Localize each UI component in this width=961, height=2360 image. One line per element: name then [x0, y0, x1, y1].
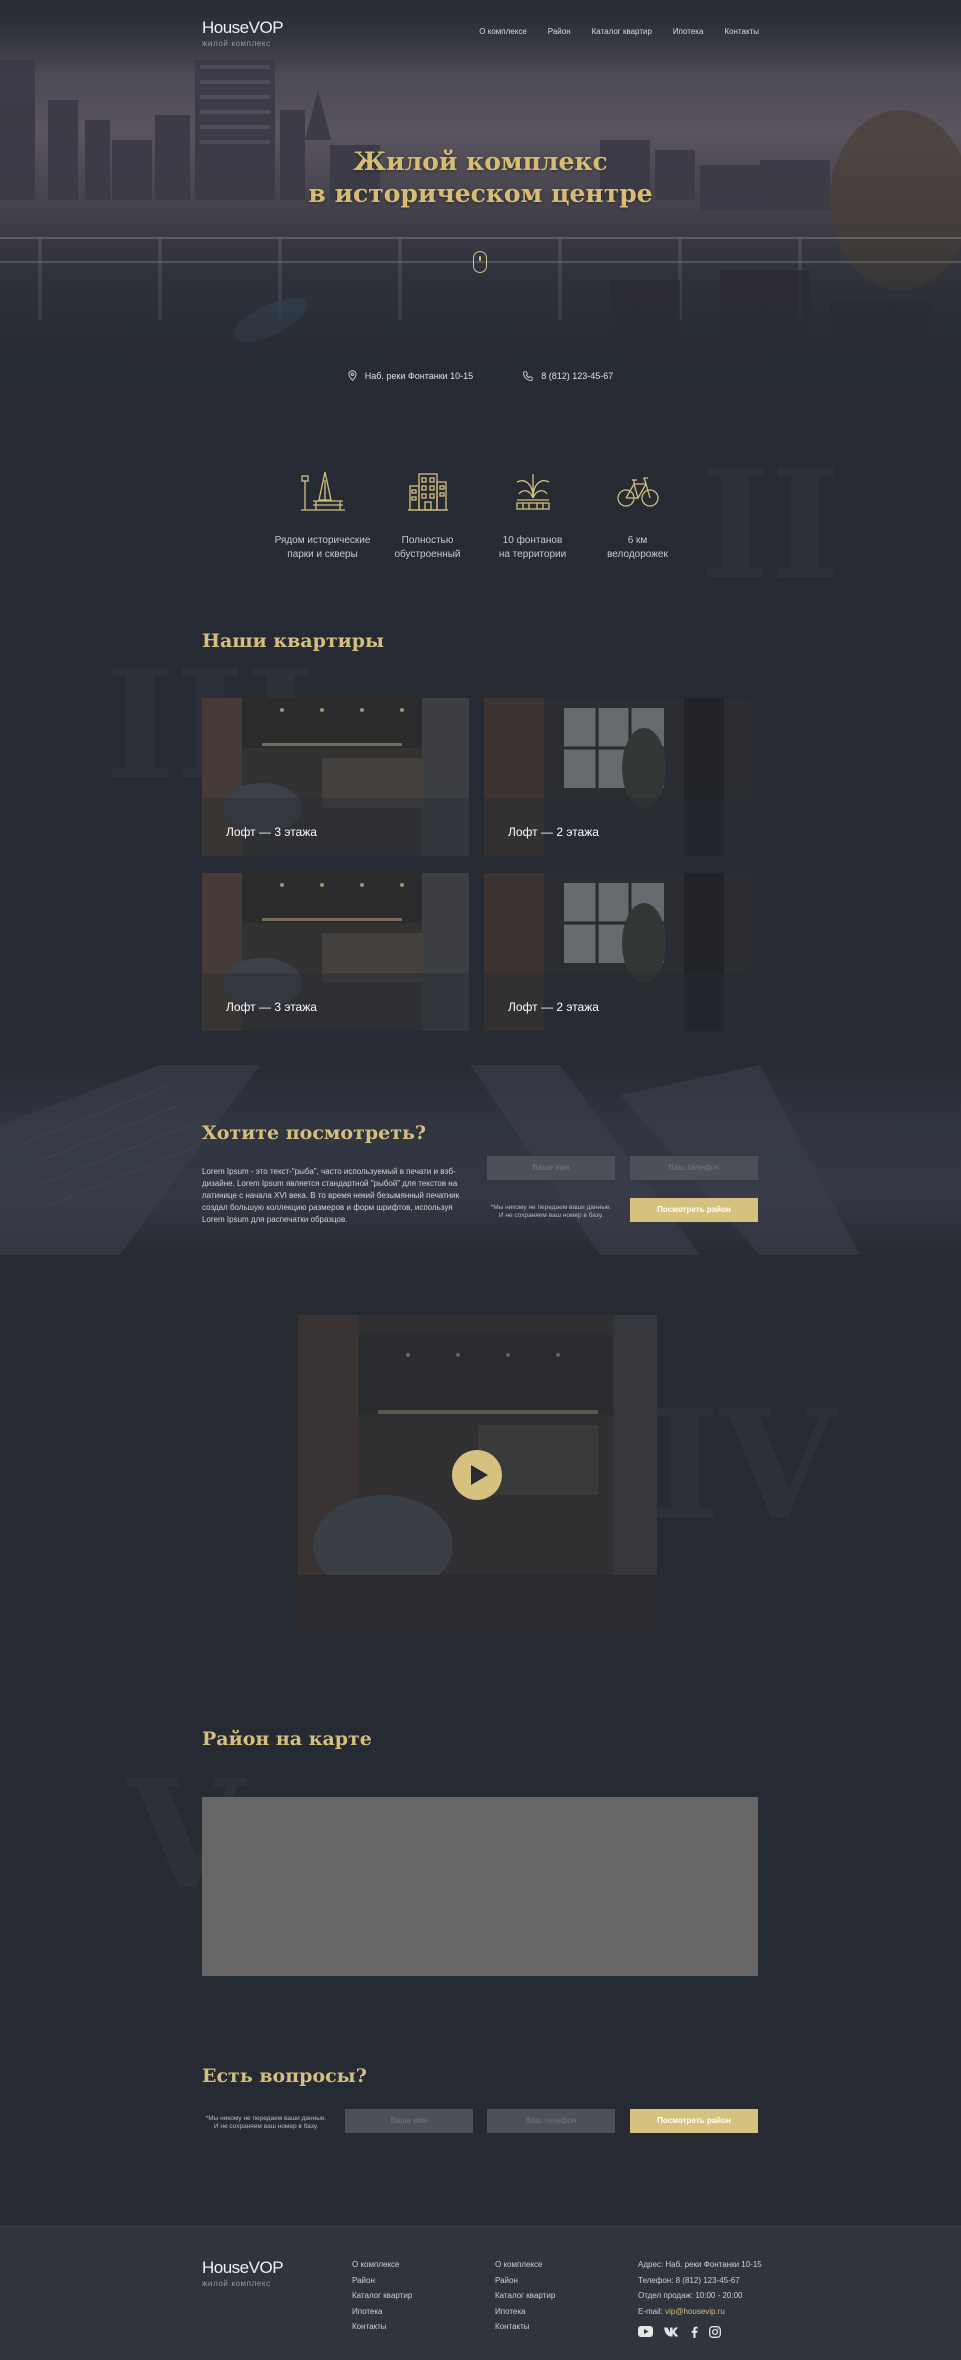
hero-section: HouseVOP жилой комплекс О комплексе Райо… — [0, 0, 961, 410]
apartments-title: Наши квартиры — [202, 630, 385, 652]
questions-title: Есть вопросы? — [202, 2065, 367, 2087]
footer-email-row: E-mail: vip@housevip.ru — [638, 2307, 762, 2323]
logo-subtitle: жилой комплекс — [202, 39, 271, 48]
footer-logo-subtitle: жилой комплекс — [202, 2279, 271, 2288]
hero-title: Жилой комплекс в историческом центре — [0, 146, 961, 210]
cta-description: Lorem Ipsum - это текст-"рыба", часто ис… — [202, 1167, 460, 1224]
feature-parks: Рядом исторические парки и скверы — [270, 470, 375, 562]
apartment-card-label: Лофт — 3 этажа — [226, 1000, 317, 1014]
footer: HouseVOP жилой комплекс О комплексе Райо… — [0, 2225, 961, 2360]
scroll-down-icon[interactable] — [473, 251, 487, 273]
map-embed[interactable] — [202, 1797, 758, 1976]
nav-item-mortgage[interactable]: Ипотека — [673, 27, 704, 36]
feature-bike-paths-label: 6 км велодорожек — [607, 535, 668, 560]
bicycle-icon — [616, 477, 659, 507]
hero-contacts: Наб. реки Фонтанки 10-15 8 (812) 123-45-… — [0, 370, 961, 381]
section-numeral-2: II — [700, 437, 841, 613]
apartment-card[interactable]: Лофт — 3 этажа — [202, 698, 469, 856]
footer-link[interactable]: Район — [352, 2276, 412, 2292]
hero-phone[interactable]: 8 (812) 123-45-67 — [523, 370, 613, 381]
feature-infrastructure: Полностью обустроенный — [375, 470, 480, 562]
nav-item-contacts[interactable]: Контакты — [724, 27, 759, 36]
logo-name: HouseVOP — [202, 18, 284, 37]
youtube-icon[interactable] — [638, 2326, 653, 2342]
feature-infrastructure-label: Полностью обустроенный — [394, 535, 461, 560]
footer-logo-name: HouseVOP — [202, 2258, 284, 2277]
footer-address: Адрес: Наб. реки Фонтанки 10-15 — [638, 2260, 762, 2269]
cta-phone-input[interactable] — [630, 1156, 758, 1180]
hero-address: Наб. реки Фонтанки 10-15 — [348, 370, 473, 381]
apartment-card[interactable]: Лофт — 3 этажа — [202, 873, 469, 1031]
logo[interactable]: HouseVOP жилой комплекс — [202, 18, 284, 48]
cta-background — [0, 1065, 961, 1255]
footer-nav-1: О комплексе Район Каталог квартир Ипотек… — [352, 2260, 412, 2338]
hero-phone-text: 8 (812) 123-45-67 — [541, 370, 614, 381]
footer-contacts: Адрес: Наб. реки Фонтанки 10-15 Телефон:… — [638, 2260, 762, 2342]
questions-submit-button[interactable]: Посмотреть район — [630, 2109, 758, 2133]
questions-name-input[interactable] — [345, 2109, 473, 2133]
nav-item-catalog[interactable]: Каталог квартир — [592, 27, 652, 36]
facebook-icon[interactable] — [691, 2326, 698, 2342]
fountain-icon — [515, 474, 550, 510]
cta-privacy-note: *Мы никому не передаем ваши данные. И не … — [490, 1204, 612, 1219]
cta-name-input[interactable] — [487, 1156, 615, 1180]
vk-icon[interactable] — [664, 2326, 680, 2342]
footer-link[interactable]: Контакты — [352, 2322, 412, 2338]
play-button[interactable] — [452, 1450, 502, 1500]
footer-link[interactable]: О комплексе — [495, 2260, 555, 2276]
park-bench-icon — [300, 471, 345, 511]
apartment-card[interactable]: Лофт — 2 этажа — [484, 873, 751, 1031]
phone-icon — [523, 370, 533, 381]
questions-privacy-note: *Мы никому не передаем ваши данные. И не … — [205, 2115, 327, 2130]
location-pin-icon — [348, 370, 357, 381]
section-numeral-4: IV — [650, 1377, 837, 1553]
social-links — [638, 2326, 762, 2342]
feature-parks-label: Рядом исторические парки и скверы — [274, 535, 371, 560]
nav-item-district[interactable]: Район — [548, 27, 571, 36]
feature-bike-paths: 6 км велодорожек — [585, 470, 690, 562]
footer-link[interactable]: Контакты — [495, 2322, 555, 2338]
main-nav: О комплексе Район Каталог квартир Ипотек… — [479, 27, 759, 36]
footer-link[interactable]: Ипотека — [352, 2307, 412, 2323]
footer-link[interactable]: О комплексе — [352, 2260, 412, 2276]
cta-background-image — [0, 1065, 860, 1255]
video-player[interactable] — [298, 1315, 657, 1636]
questions-phone-input[interactable] — [487, 2109, 615, 2133]
nav-item-about[interactable]: О комплексе — [479, 27, 526, 36]
features-row: Рядом исторические парки и скверы Полност… — [270, 470, 690, 562]
feature-fountains: 10 фонтанов на территории — [480, 470, 585, 562]
footer-link[interactable]: Каталог квартир — [495, 2291, 555, 2307]
apartment-card[interactable]: Лофт — 2 этажа — [484, 698, 751, 856]
hero-address-text: Наб. реки Фонтанки 10-15 — [364, 370, 474, 381]
footer-hours: Отдел продаж: 10:00 - 20:00 — [638, 2291, 743, 2300]
hero-title-line2: в историческом центре — [308, 179, 653, 208]
footer-link[interactable]: Район — [495, 2276, 555, 2292]
feature-fountains-label: 10 фонтанов на территории — [498, 535, 567, 560]
apartment-card-label: Лофт — 3 этажа — [226, 825, 317, 839]
footer-link[interactable]: Ипотека — [495, 2307, 555, 2323]
cta-submit-button[interactable]: Посмотреть район — [630, 1198, 758, 1222]
cta-title: Хотите посмотреть? — [202, 1122, 427, 1144]
instagram-icon[interactable] — [709, 2326, 721, 2342]
footer-email-label: E-mail: — [638, 2306, 663, 2316]
hero-title-line1: Жилой комплекс — [353, 147, 608, 176]
footer-email-link[interactable]: vip@housevip.ru — [665, 2307, 725, 2316]
footer-logo[interactable]: HouseVOP жилой комплекс — [202, 2258, 284, 2288]
footer-link[interactable]: Каталог квартир — [352, 2291, 412, 2307]
footer-phone[interactable]: Телефон: 8 (812) 123-45-67 — [638, 2276, 762, 2292]
building-icon — [407, 473, 448, 511]
apartment-card-label: Лофт — 2 этажа — [508, 825, 599, 839]
footer-nav-2: О комплексе Район Каталог квартир Ипотек… — [495, 2260, 555, 2338]
map-title: Район на карте — [202, 1728, 372, 1750]
apartment-card-label: Лофт — 2 этажа — [508, 1000, 599, 1014]
